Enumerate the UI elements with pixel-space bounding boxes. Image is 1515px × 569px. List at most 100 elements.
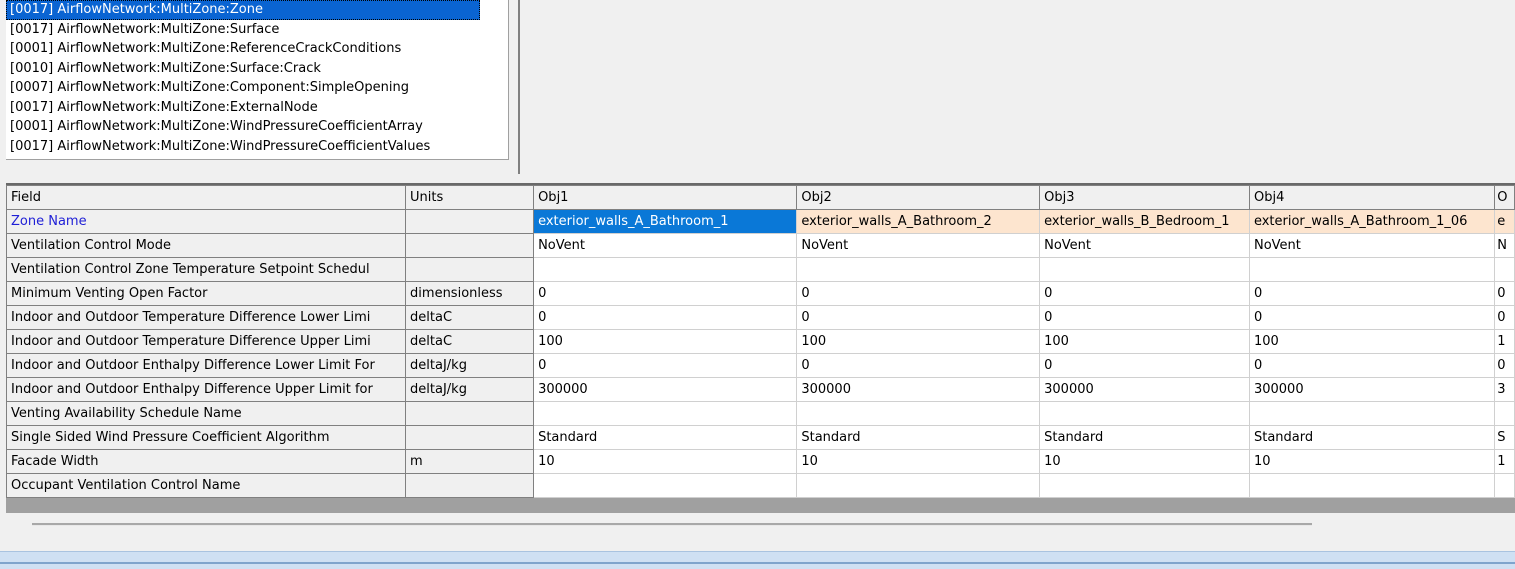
value-cell[interactable]: exterior_walls_B_Bedroom_1 bbox=[1039, 209, 1250, 234]
value-cell[interactable]: Standard bbox=[533, 425, 798, 450]
value-cell[interactable]: 10 bbox=[1039, 449, 1250, 474]
value-cell[interactable]: 3 bbox=[1494, 377, 1515, 402]
value-cell[interactable]: e bbox=[1494, 209, 1515, 234]
value-cell[interactable]: 0 bbox=[1494, 353, 1515, 378]
field-units: deltaJ/kg bbox=[405, 377, 535, 402]
header-obj1[interactable]: Obj1 bbox=[533, 185, 798, 210]
list-item-wind-pressure-values[interactable]: [0017] AirflowNetwork:MultiZone:WindPres… bbox=[6, 137, 508, 157]
field-name[interactable]: Zone Name bbox=[6, 209, 407, 234]
value-cell[interactable]: 300000 bbox=[1039, 377, 1250, 402]
list-item-reference-crack-conditions[interactable]: [0001] AirflowNetwork:MultiZone:Referenc… bbox=[6, 39, 508, 59]
value-cell[interactable]: 1 bbox=[1494, 449, 1515, 474]
value-cell[interactable] bbox=[1248, 473, 1496, 498]
value-cell[interactable]: 1 bbox=[1494, 329, 1515, 354]
header-field[interactable]: Field bbox=[6, 185, 407, 210]
value-cell[interactable] bbox=[1494, 401, 1515, 426]
field-units: deltaC bbox=[405, 329, 535, 354]
value-cell[interactable]: 0 bbox=[533, 281, 798, 306]
list-item-surface-crack[interactable]: [0010] AirflowNetwork:MultiZone:Surface:… bbox=[6, 59, 508, 79]
value-cell[interactable]: 0 bbox=[1039, 305, 1250, 330]
list-item-simple-opening[interactable]: [0007] AirflowNetwork:MultiZone:Componen… bbox=[6, 78, 508, 98]
value-cell[interactable]: 0 bbox=[1039, 281, 1250, 306]
value-cell[interactable]: NoVent bbox=[533, 233, 798, 258]
value-cell[interactable] bbox=[796, 257, 1041, 282]
value-cell[interactable]: 0 bbox=[1248, 353, 1496, 378]
vertical-splitter[interactable] bbox=[514, 0, 520, 174]
list-item-multizone-zone[interactable]: [0017] AirflowNetwork:MultiZone:Zone bbox=[6, 0, 480, 20]
value-cell[interactable]: 0 bbox=[796, 353, 1041, 378]
value-cell[interactable]: NoVent bbox=[1248, 233, 1496, 258]
table-row: Zone Name exterior_walls_A_Bathroom_1 ex… bbox=[6, 209, 1515, 234]
value-cell[interactable]: 100 bbox=[796, 329, 1041, 354]
value-cell[interactable]: 0 bbox=[796, 281, 1041, 306]
horizontal-scrollbar[interactable] bbox=[6, 513, 1515, 539]
value-cell[interactable]: 0 bbox=[1494, 281, 1515, 306]
value-cell[interactable] bbox=[1039, 401, 1250, 426]
value-cell[interactable]: 300000 bbox=[1248, 377, 1496, 402]
field-units bbox=[405, 401, 535, 426]
header-obj3[interactable]: Obj3 bbox=[1039, 185, 1250, 210]
value-cell[interactable]: 300000 bbox=[533, 377, 798, 402]
value-cell[interactable]: exterior_walls_A_Bathroom_1 bbox=[533, 209, 798, 234]
value-cell[interactable]: NoVent bbox=[1039, 233, 1250, 258]
value-cell[interactable]: 10 bbox=[796, 449, 1041, 474]
horizontal-scrollbar-thumb[interactable] bbox=[32, 523, 1312, 526]
value-cell[interactable]: 0 bbox=[1039, 353, 1250, 378]
value-cell[interactable] bbox=[1494, 473, 1515, 498]
header-obj4[interactable]: Obj4 bbox=[1248, 185, 1496, 210]
field-name[interactable]: Indoor and Outdoor Enthalpy Difference U… bbox=[6, 377, 407, 402]
value-cell[interactable] bbox=[533, 257, 798, 282]
value-cell[interactable]: 10 bbox=[533, 449, 798, 474]
value-cell[interactable]: exterior_walls_A_Bathroom_2 bbox=[796, 209, 1041, 234]
field-name[interactable]: Single Sided Wind Pressure Coefficient A… bbox=[6, 425, 407, 450]
value-cell[interactable]: 0 bbox=[796, 305, 1041, 330]
value-cell[interactable]: exterior_walls_A_Bathroom_1_06 bbox=[1248, 209, 1496, 234]
value-cell[interactable] bbox=[533, 473, 798, 498]
field-name[interactable]: Minimum Venting Open Factor bbox=[6, 281, 407, 306]
table-row: Venting Availability Schedule Name bbox=[6, 401, 1515, 426]
value-cell[interactable] bbox=[533, 401, 798, 426]
field-name[interactable]: Indoor and Outdoor Temperature Differenc… bbox=[6, 329, 407, 354]
field-name[interactable]: Ventilation Control Zone Temperature Set… bbox=[6, 257, 407, 282]
value-cell[interactable]: 0 bbox=[533, 353, 798, 378]
object-class-list[interactable]: [0017] AirflowNetwork:MultiZone:Zone [00… bbox=[6, 0, 509, 160]
field-name[interactable]: Indoor and Outdoor Enthalpy Difference L… bbox=[6, 353, 407, 378]
value-cell[interactable] bbox=[1248, 401, 1496, 426]
value-cell[interactable]: 100 bbox=[1039, 329, 1250, 354]
value-cell[interactable]: 0 bbox=[533, 305, 798, 330]
field-name[interactable]: Venting Availability Schedule Name bbox=[6, 401, 407, 426]
value-cell[interactable] bbox=[796, 473, 1041, 498]
value-cell[interactable]: Standard bbox=[1039, 425, 1250, 450]
value-cell[interactable] bbox=[796, 401, 1041, 426]
field-name[interactable]: Facade Width bbox=[6, 449, 407, 474]
list-item-multizone-surface[interactable]: [0017] AirflowNetwork:MultiZone:Surface bbox=[6, 20, 508, 40]
value-cell[interactable]: 0 bbox=[1494, 305, 1515, 330]
list-item-external-node[interactable]: [0017] AirflowNetwork:MultiZone:External… bbox=[6, 98, 508, 118]
value-cell[interactable] bbox=[1039, 257, 1250, 282]
header-obj2[interactable]: Obj2 bbox=[796, 185, 1041, 210]
object-grid-table: Field Units Obj1 Obj2 Obj3 Obj4 O Zone N… bbox=[6, 185, 1515, 498]
value-cell[interactable]: 0 bbox=[1248, 281, 1496, 306]
value-cell[interactable]: N bbox=[1494, 233, 1515, 258]
value-cell[interactable] bbox=[1039, 473, 1250, 498]
value-cell[interactable]: Standard bbox=[1248, 425, 1496, 450]
table-row: Ventilation Control Zone Temperature Set… bbox=[6, 257, 1515, 282]
field-units: dimensionless bbox=[405, 281, 535, 306]
header-units[interactable]: Units bbox=[405, 185, 535, 210]
value-cell[interactable]: 10 bbox=[1248, 449, 1496, 474]
object-grid[interactable]: Field Units Obj1 Obj2 Obj3 Obj4 O Zone N… bbox=[6, 183, 1515, 515]
field-name[interactable]: Ventilation Control Mode bbox=[6, 233, 407, 258]
value-cell[interactable] bbox=[1248, 257, 1496, 282]
value-cell[interactable]: 300000 bbox=[796, 377, 1041, 402]
value-cell[interactable] bbox=[1494, 257, 1515, 282]
list-item-wind-pressure-array[interactable]: [0001] AirflowNetwork:MultiZone:WindPres… bbox=[6, 117, 508, 137]
value-cell[interactable]: Standard bbox=[796, 425, 1041, 450]
value-cell[interactable]: S bbox=[1494, 425, 1515, 450]
value-cell[interactable]: NoVent bbox=[796, 233, 1041, 258]
field-name[interactable]: Occupant Ventilation Control Name bbox=[6, 473, 407, 498]
value-cell[interactable]: 100 bbox=[533, 329, 798, 354]
value-cell[interactable]: 100 bbox=[1248, 329, 1496, 354]
header-obj5-partial[interactable]: O bbox=[1494, 185, 1515, 210]
value-cell[interactable]: 0 bbox=[1248, 305, 1496, 330]
field-name[interactable]: Indoor and Outdoor Temperature Differenc… bbox=[6, 305, 407, 330]
